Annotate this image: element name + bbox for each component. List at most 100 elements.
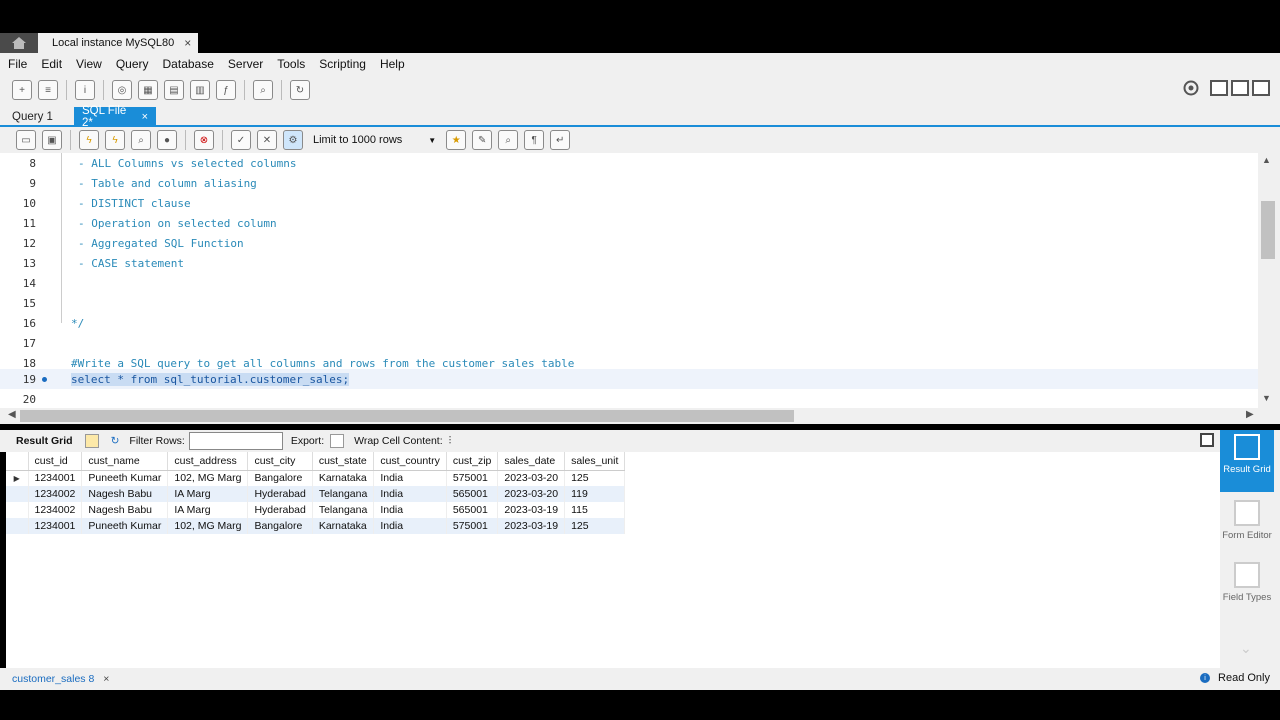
table-cell[interactable]: 1234002 (28, 502, 83, 518)
toggle-panel-icon[interactable] (1200, 433, 1214, 447)
tab-query-1[interactable]: Query 1 (4, 107, 61, 127)
table-cell[interactable]: 2023-03-20 (497, 486, 566, 502)
scroll-thumb[interactable] (1261, 201, 1275, 259)
table-cell[interactable]: 102, MG Marg (167, 518, 249, 534)
table-cell[interactable]: 119 (564, 486, 626, 502)
table-cell[interactable]: India (373, 518, 447, 534)
table-cell[interactable]: 125 (564, 470, 626, 486)
new-sql-tab-icon[interactable]: + (12, 80, 32, 100)
column-header[interactable]: cust_country (373, 452, 447, 471)
home-tab[interactable] (0, 33, 38, 53)
table-cell[interactable]: Nagesh Babu (81, 502, 169, 518)
table-cell[interactable]: Telangana (312, 486, 375, 502)
tab-sql-file-2[interactable]: SQL File 2* × (74, 105, 156, 129)
table-cell[interactable]: 565001 (446, 486, 499, 502)
scroll-left-icon[interactable]: ◀ (8, 409, 16, 420)
toggle-secondary-sidebar-icon[interactable] (1252, 80, 1270, 96)
explain-icon[interactable]: ⌕ (131, 130, 151, 150)
settings-icon[interactable] (1183, 80, 1199, 96)
refresh-icon[interactable]: ↻ (111, 435, 120, 447)
invisible-chars-icon[interactable]: ¶ (524, 130, 545, 150)
table-cell[interactable]: Puneeth Kumar (81, 470, 169, 486)
connection-tab[interactable]: Local instance MySQL80 × (38, 33, 198, 53)
table-cell[interactable]: 1234002 (28, 486, 83, 502)
table-row[interactable]: 1234002 Nagesh Babu IA Marg Hyderabad Te… (6, 486, 626, 502)
table-cell[interactable]: 2023-03-19 (497, 502, 566, 518)
beautify-icon[interactable]: ✎ (472, 130, 493, 150)
table-row[interactable]: ▶ 1234001 Puneeth Kumar 102, MG Marg Ban… (6, 470, 626, 486)
scroll-down-icon[interactable]: ▼ (1262, 393, 1271, 403)
table-cell[interactable]: Puneeth Kumar (81, 518, 169, 534)
table-cell[interactable]: 575001 (446, 470, 499, 486)
export-icon[interactable] (330, 434, 345, 448)
autocommit-icon[interactable]: ⚙ (283, 130, 303, 150)
result-tab[interactable]: customer_sales 8 × (12, 673, 109, 685)
table-cell[interactable]: 2023-03-20 (497, 470, 566, 486)
execute-current-icon[interactable]: ϟ (105, 130, 125, 150)
column-header[interactable]: cust_name (81, 452, 169, 471)
scroll-right-icon[interactable]: ▶ (1246, 409, 1254, 420)
close-result-tab-icon[interactable]: × (103, 673, 109, 685)
table-cell[interactable]: 125 (564, 518, 626, 534)
result-grid[interactable]: cust_id cust_name cust_address cust_city… (6, 452, 1220, 668)
menu-tools[interactable]: Tools (277, 57, 305, 71)
table-cell[interactable]: Bangalore (247, 470, 313, 486)
menu-file[interactable]: File (8, 57, 27, 71)
table-cell[interactable]: Karnataka (312, 470, 375, 486)
table-cell[interactable]: Hyderabad (247, 502, 313, 518)
column-header[interactable]: cust_address (167, 452, 249, 471)
form-editor-button[interactable]: Form Editor (1220, 500, 1274, 541)
table-cell[interactable]: 115 (564, 502, 626, 518)
commit-icon[interactable]: ✓ (231, 130, 251, 150)
create-procedure-icon[interactable]: ▥ (190, 80, 210, 100)
table-cell[interactable]: 102, MG Marg (167, 470, 249, 486)
table-cell[interactable]: 575001 (446, 518, 499, 534)
execute-icon[interactable]: ϟ (79, 130, 99, 150)
column-header[interactable]: sales_unit (564, 452, 626, 471)
column-header[interactable]: cust_zip (446, 452, 499, 471)
create-view-icon[interactable]: ▤ (164, 80, 184, 100)
open-sql-script-icon[interactable]: ≡ (38, 80, 58, 100)
table-cell[interactable]: India (373, 486, 447, 502)
table-cell[interactable]: Telangana (312, 502, 375, 518)
table-row[interactable]: 1234002 Nagesh Babu IA Marg Hyderabad Te… (6, 502, 626, 518)
table-row[interactable]: 1234001 Puneeth Kumar 102, MG Marg Banga… (6, 518, 626, 534)
table-cell[interactable]: Karnataka (312, 518, 375, 534)
wrap-cell-icon[interactable]: ⫶ (449, 435, 452, 448)
column-header[interactable]: cust_id (28, 452, 83, 471)
menu-scripting[interactable]: Scripting (319, 57, 366, 71)
scroll-down-icon[interactable]: ⌄ (1240, 640, 1252, 657)
scroll-thumb[interactable] (20, 410, 794, 422)
scroll-up-icon[interactable]: ▲ (1262, 155, 1271, 165)
menu-query[interactable]: Query (116, 57, 149, 71)
rollback-icon[interactable]: ✕ (257, 130, 277, 150)
menu-server[interactable]: Server (228, 57, 263, 71)
find-icon[interactable]: ⌕ (498, 130, 519, 150)
table-cell[interactable]: IA Marg (167, 502, 249, 518)
stop-icon[interactable]: ● (157, 130, 177, 150)
menu-view[interactable]: View (76, 57, 102, 71)
result-grid-label[interactable]: Result Grid (16, 435, 73, 447)
editor-vertical-scrollbar[interactable]: ▲ ▼ (1258, 153, 1280, 408)
wrap-lines-icon[interactable]: ↵ (550, 130, 571, 150)
table-cell[interactable]: Hyderabad (247, 486, 313, 502)
create-function-icon[interactable]: ƒ (216, 80, 236, 100)
menu-database[interactable]: Database (163, 57, 214, 71)
limit-rows-select[interactable]: Limit to 1000 rows ▼ (313, 134, 436, 146)
menu-help[interactable]: Help (380, 57, 405, 71)
create-table-icon[interactable]: ▦ (138, 80, 158, 100)
close-connection-icon[interactable]: × (184, 36, 191, 50)
save-icon[interactable]: ▣ (42, 130, 62, 150)
filter-rows-input[interactable] (188, 432, 283, 450)
menu-edit[interactable]: Edit (41, 57, 62, 71)
result-grid-button[interactable]: Result Grid (1220, 430, 1274, 492)
field-types-button[interactable]: Field Types (1220, 562, 1274, 603)
grid-icon[interactable] (84, 434, 99, 448)
close-tab-icon[interactable]: × (142, 111, 148, 123)
editor-horizontal-scrollbar[interactable]: ◀ ▶ (0, 408, 1280, 424)
table-cell[interactable]: Bangalore (247, 518, 313, 534)
table-cell[interactable]: 1234001 (28, 518, 83, 534)
table-cell[interactable]: 565001 (446, 502, 499, 518)
column-header[interactable]: cust_city (247, 452, 313, 471)
table-cell[interactable]: IA Marg (167, 486, 249, 502)
